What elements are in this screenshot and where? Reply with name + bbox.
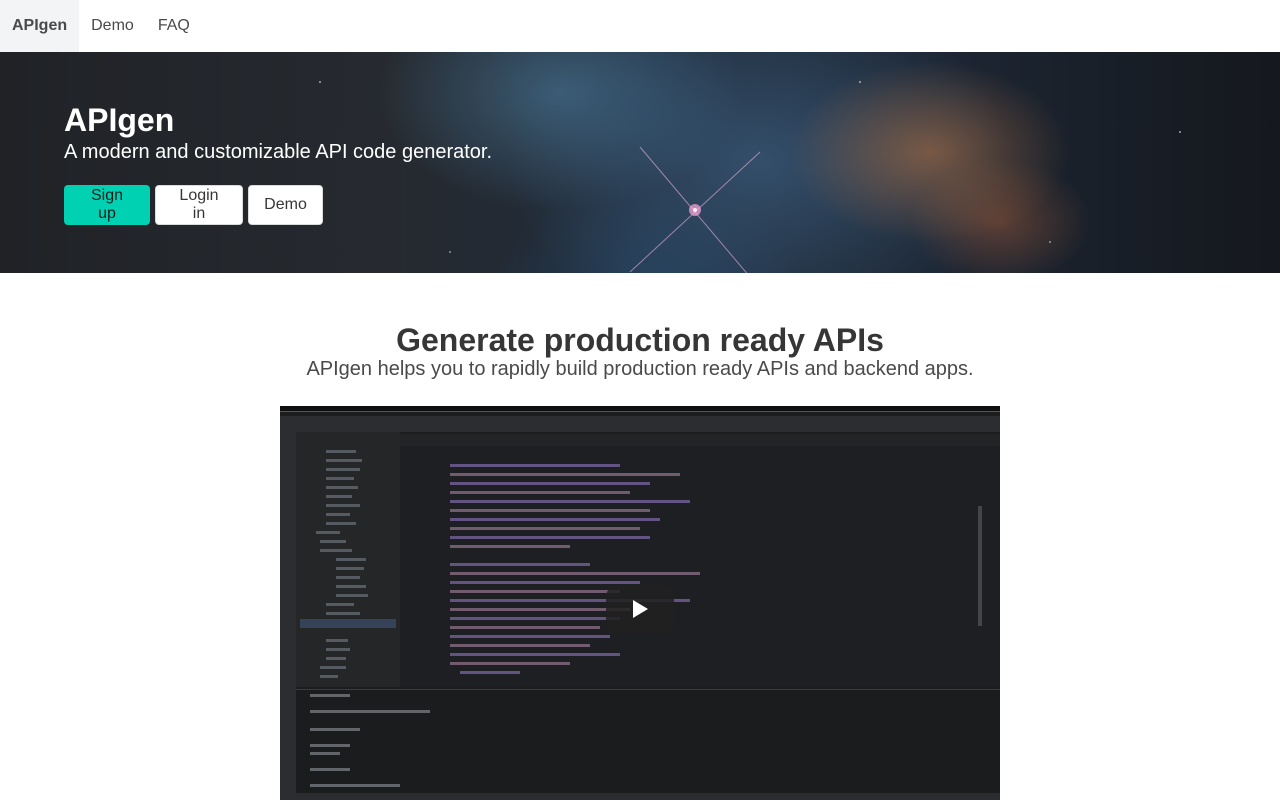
top-navbar: APIgen Demo FAQ [0, 0, 1280, 52]
signup-button[interactable]: Sign up [64, 185, 150, 225]
demo-video-player[interactable] [280, 406, 1000, 800]
video-ide-status-bar [280, 793, 1000, 800]
hero-button-group: Sign up Login in Demo [64, 185, 323, 225]
nav-item-faq[interactable]: FAQ [146, 0, 202, 52]
video-ide-file-tree [296, 432, 400, 687]
brand-link[interactable]: APIgen [0, 0, 80, 52]
play-icon [633, 600, 648, 618]
nav-item-demo[interactable]: Demo [79, 0, 146, 52]
video-ide-sidebar [280, 432, 296, 800]
login-button[interactable]: Login in [155, 185, 243, 225]
hero-text: APIgen A modern and customizable API cod… [64, 100, 492, 164]
hero-subtitle: A modern and customizable API code gener… [64, 141, 493, 163]
video-play-button[interactable] [606, 585, 674, 633]
video-ide-toolbar [280, 416, 1000, 432]
demo-button[interactable]: Demo [248, 185, 323, 225]
video-ide-terminal [296, 689, 1000, 793]
video-ide-editor [400, 446, 1000, 686]
video-ide-tabs [400, 434, 1000, 446]
hero-banner: APIgen A modern and customizable API cod… [0, 52, 1280, 273]
video-top-bar [280, 406, 1000, 412]
hero-title: APIgen [64, 102, 175, 138]
section-subtitle: APIgen helps you to rapidly build produc… [306, 358, 974, 380]
section-title: Generate production ready APIs [396, 322, 884, 358]
